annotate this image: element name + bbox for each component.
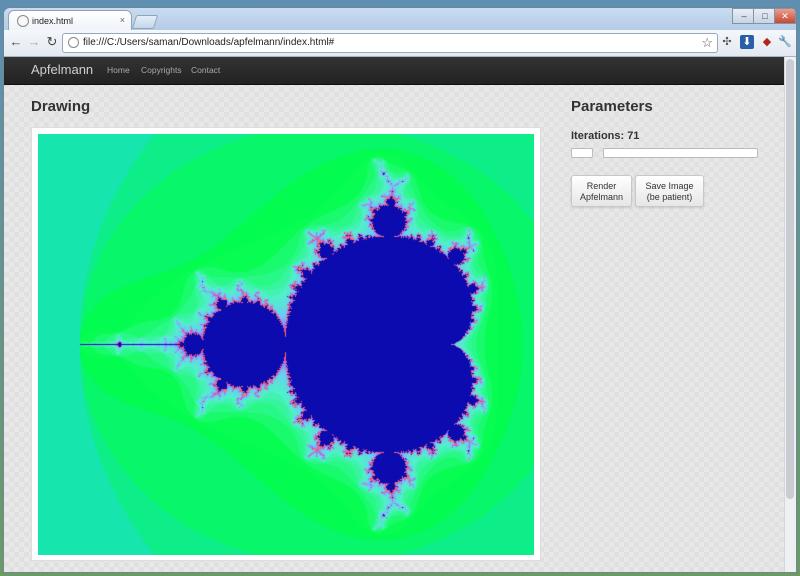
render-button-line1: Render xyxy=(586,181,617,191)
brand-link[interactable]: Apfelmann xyxy=(31,62,93,77)
iterations-input[interactable] xyxy=(571,148,593,158)
page-icon xyxy=(68,37,79,48)
browser-window: index.html × – □ ✕ ← → ↻ file:///C:/User… xyxy=(4,8,796,572)
render-button-line2: Apfelmann xyxy=(579,192,624,202)
new-tab-button[interactable] xyxy=(131,15,159,29)
page-icon xyxy=(17,15,29,27)
address-bar[interactable]: file:///C:/Users/saman/Downloads/apfelma… xyxy=(62,33,718,53)
mandelbrot-canvas[interactable] xyxy=(38,134,534,555)
drawing-frame xyxy=(31,127,541,561)
back-button[interactable]: ← xyxy=(8,34,24,50)
parameters-heading: Parameters xyxy=(571,98,653,115)
nav-link-home[interactable]: Home xyxy=(107,65,130,75)
bookmark-star-icon[interactable]: ☆ xyxy=(701,35,713,51)
top-navbar: Apfelmann Home Copyrights Contact xyxy=(4,57,784,85)
iterations-value: 71 xyxy=(627,130,640,142)
nav-link-copyrights[interactable]: Copyrights xyxy=(141,65,182,75)
puzzle-icon[interactable]: ✣ xyxy=(720,35,734,49)
save-image-button[interactable]: Save Image (be patient) xyxy=(635,175,704,207)
tab-index-html[interactable]: index.html × xyxy=(8,10,132,31)
drawing-heading: Drawing xyxy=(31,98,91,115)
browser-toolbar: ← → ↻ file:///C:/Users/saman/Downloads/a… xyxy=(4,30,796,57)
download-icon[interactable]: ⬇ xyxy=(740,35,754,49)
save-button-line2: (be patient) xyxy=(646,192,693,202)
iterations-label-text: Iterations: xyxy=(571,130,625,142)
nav-link-contact[interactable]: Contact xyxy=(191,65,220,75)
red-bird-icon[interactable]: ◆ xyxy=(760,35,774,49)
forward-button[interactable]: → xyxy=(26,34,42,50)
reload-button[interactable]: ↻ xyxy=(44,34,60,50)
wrench-icon[interactable]: 🔧 xyxy=(778,35,792,49)
iterations-slider[interactable] xyxy=(603,148,758,158)
render-button[interactable]: Render Apfelmann xyxy=(571,175,632,207)
tab-title: index.html xyxy=(32,16,74,26)
page-viewport: Apfelmann Home Copyrights Contact Drawin… xyxy=(4,57,796,572)
save-button-line1: Save Image xyxy=(645,181,694,191)
iterations-label: Iterations: 71 xyxy=(571,130,639,142)
close-window-button[interactable]: ✕ xyxy=(774,8,796,24)
tab-close-icon[interactable]: × xyxy=(120,15,125,25)
scrollbar-thumb[interactable] xyxy=(786,59,794,499)
url-text[interactable]: file:///C:/Users/saman/Downloads/apfelma… xyxy=(83,37,334,48)
tab-strip: index.html × – □ ✕ xyxy=(4,8,796,31)
vertical-scrollbar[interactable] xyxy=(784,57,796,572)
